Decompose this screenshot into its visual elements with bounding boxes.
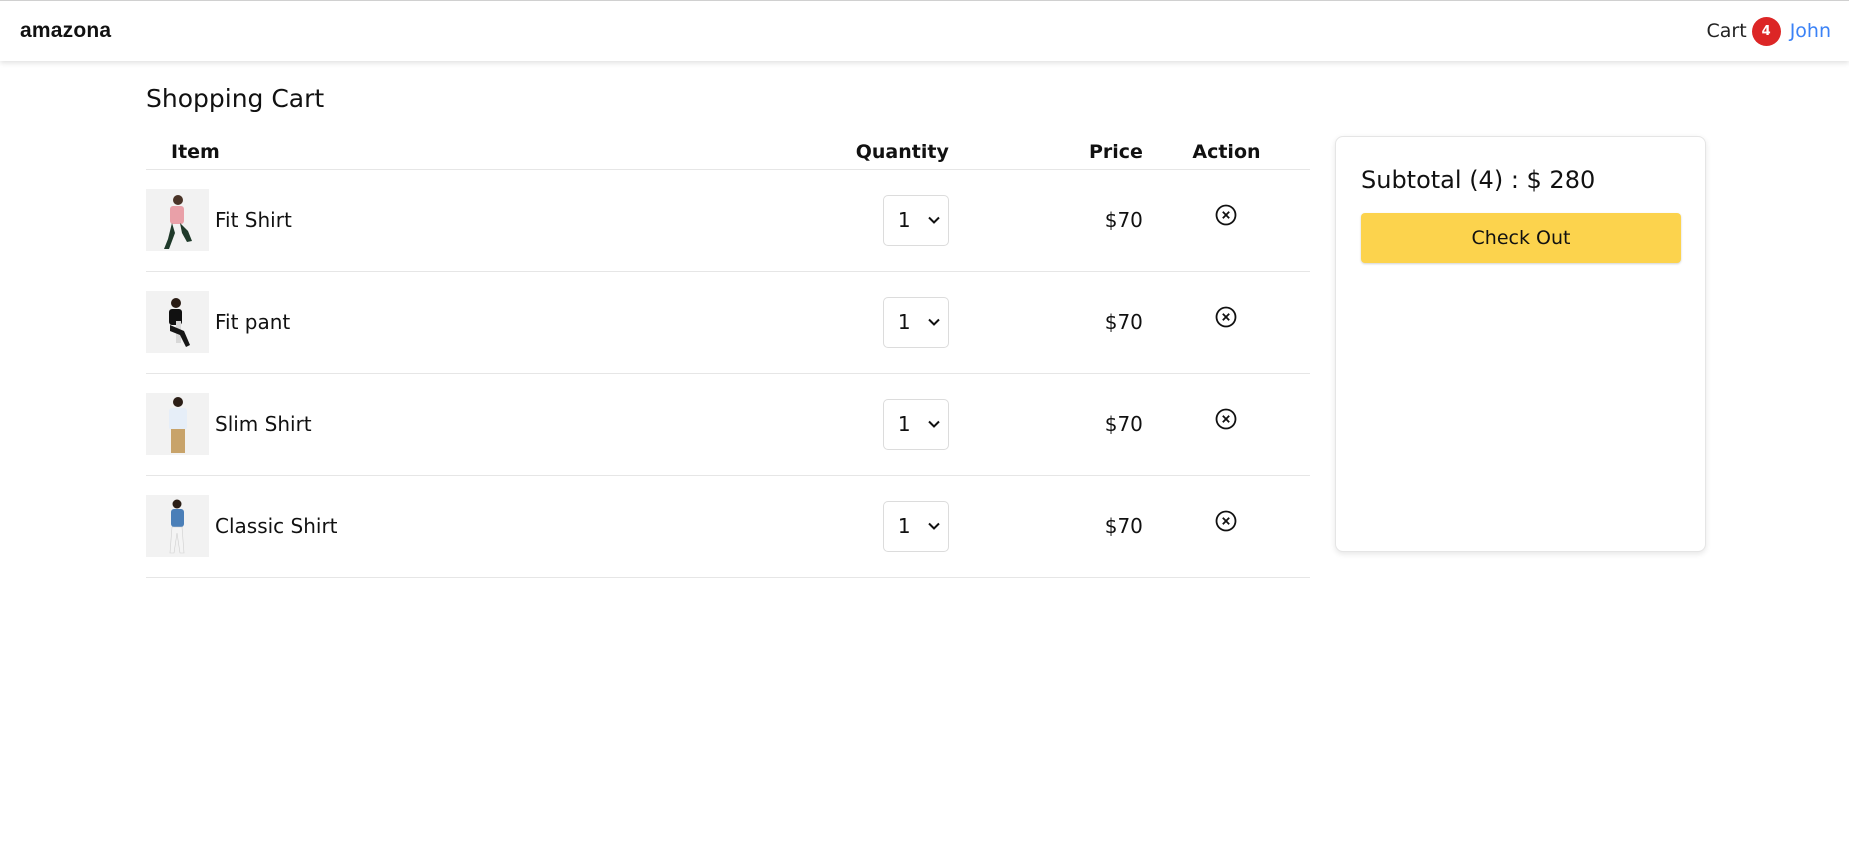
remove-item-button[interactable] xyxy=(1214,407,1238,431)
quantity-value: 1 xyxy=(897,310,911,334)
product-name-link[interactable]: Fit pant xyxy=(215,310,290,334)
product-thumbnail[interactable] xyxy=(146,189,209,251)
action-cell xyxy=(1142,271,1310,374)
top-navbar: amazona Cart 4 John xyxy=(0,0,1849,61)
chevron-down-icon xyxy=(928,522,940,530)
chevron-down-icon xyxy=(928,420,940,428)
checkout-button[interactable]: Check Out xyxy=(1361,213,1681,263)
table-header-row: Item Quantity Price Action xyxy=(146,136,1310,170)
price-cell: $70 xyxy=(975,475,1143,578)
quantity-select[interactable]: 1 xyxy=(882,194,949,246)
product-thumbnail[interactable] xyxy=(146,393,209,455)
action-cell xyxy=(1142,169,1310,272)
remove-item-button[interactable] xyxy=(1214,509,1238,533)
subtotal-text: Subtotal (4) : $ 280 xyxy=(1361,166,1596,194)
action-cell xyxy=(1142,475,1310,578)
order-summary-card: Subtotal (4) : $ 280 Check Out xyxy=(1335,136,1706,552)
header-price: Price xyxy=(975,136,1143,170)
header-item: Item xyxy=(146,136,781,170)
item-cell: Fit Shirt xyxy=(146,169,781,272)
remove-item-button[interactable] xyxy=(1214,203,1238,227)
header-quantity: Quantity xyxy=(780,136,976,170)
quantity-select[interactable]: 1 xyxy=(882,296,949,348)
circle-x-icon xyxy=(1216,408,1237,430)
person-figure-image xyxy=(168,397,187,453)
header-action: Action xyxy=(1142,136,1310,170)
quantity-select[interactable]: 1 xyxy=(882,398,949,450)
table-row: Fit Shirt 1 $70 xyxy=(146,169,1310,272)
table-row: Fit pant 1 $70 xyxy=(146,271,1310,374)
product-thumbnail[interactable] xyxy=(146,291,209,353)
quantity-cell: 1 xyxy=(780,373,976,476)
person-figure-image xyxy=(163,195,192,249)
quantity-value: 1 xyxy=(897,412,911,436)
quantity-value: 1 xyxy=(897,514,911,538)
quantity-value: 1 xyxy=(897,208,911,232)
brand-logo-link[interactable]: amazona xyxy=(20,19,111,43)
cart-table: Item Quantity Price Action Fit Shirt 1 $… xyxy=(146,136,1310,578)
chevron-down-icon xyxy=(928,318,940,326)
product-name-link[interactable]: Slim Shirt xyxy=(215,412,312,436)
item-cell: Fit pant xyxy=(146,271,781,374)
chevron-down-icon xyxy=(928,216,940,224)
table-row: Classic Shirt 1 $70 xyxy=(146,475,1310,578)
action-cell xyxy=(1142,373,1310,476)
circle-x-icon xyxy=(1216,204,1237,226)
user-menu-link[interactable]: John xyxy=(1790,20,1831,42)
item-cell: Classic Shirt xyxy=(146,475,781,578)
price-cell: $70 xyxy=(975,373,1143,476)
circle-x-icon xyxy=(1216,306,1237,328)
remove-item-button[interactable] xyxy=(1214,305,1238,329)
product-name-link[interactable]: Classic Shirt xyxy=(215,514,338,538)
quantity-cell: 1 xyxy=(780,271,976,374)
person-figure-image xyxy=(168,298,190,347)
price-cell: $70 xyxy=(975,271,1143,374)
page-title: Shopping Cart xyxy=(146,84,325,113)
product-name-link[interactable]: Fit Shirt xyxy=(215,208,292,232)
quantity-select[interactable]: 1 xyxy=(882,500,949,552)
price-cell: $70 xyxy=(975,169,1143,272)
cart-label: Cart xyxy=(1706,20,1747,42)
cart-count-badge: 4 xyxy=(1751,16,1781,46)
nav-right: Cart 4 John xyxy=(1706,16,1831,46)
item-cell: Slim Shirt xyxy=(146,373,781,476)
quantity-cell: 1 xyxy=(780,169,976,272)
cart-link[interactable]: Cart 4 xyxy=(1706,16,1781,46)
person-figure-image xyxy=(169,499,184,554)
product-thumbnail[interactable] xyxy=(146,495,209,557)
circle-x-icon xyxy=(1216,510,1237,532)
table-row: Slim Shirt 1 $70 xyxy=(146,373,1310,476)
quantity-cell: 1 xyxy=(780,475,976,578)
